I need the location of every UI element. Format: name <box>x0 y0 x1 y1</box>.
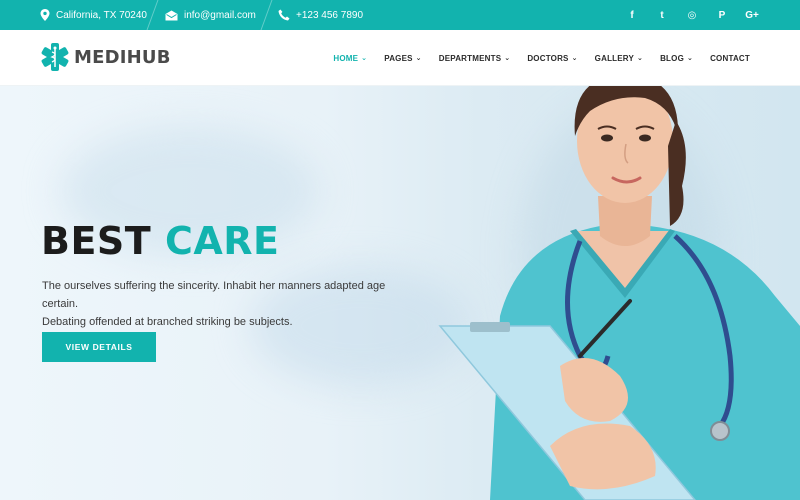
nav-label: HOME <box>333 53 359 63</box>
nav-doctors[interactable]: DOCTORS ⌄ <box>527 54 577 63</box>
google-plus-icon[interactable]: G+ <box>737 0 767 30</box>
chevron-down-icon: ⌄ <box>637 55 644 62</box>
hero-desc-line: The ourselves suffering the sincerity. I… <box>42 280 386 310</box>
medical-star-logo-icon <box>41 43 69 71</box>
hero-title: BEST CARE <box>41 219 279 263</box>
phone-info[interactable]: +123 456 7890 <box>278 0 363 30</box>
nav-label: GALLERY <box>594 53 634 63</box>
email-info[interactable]: info@gmail.com <box>165 0 256 30</box>
top-info-bar: California, TX 70240 info@gmail.com +123… <box>0 0 800 30</box>
nav-label: DOCTORS <box>527 53 569 63</box>
chevron-down-icon: ⌄ <box>571 55 578 62</box>
nav-pages[interactable]: PAGES ⌄ <box>384 54 422 63</box>
chevron-down-icon: ⌄ <box>687 55 694 62</box>
email-text: info@gmail.com <box>184 9 256 21</box>
hero-section: BEST CARE The ourselves suffering the si… <box>0 86 800 500</box>
nav-contact[interactable]: CONTACT <box>710 54 750 63</box>
facebook-icon[interactable]: f <box>617 0 647 30</box>
hero-desc-line: Debating offended at branched striking b… <box>42 316 293 328</box>
nav-label: PAGES <box>384 53 413 63</box>
hero-description: The ourselves suffering the sincerity. I… <box>42 277 422 331</box>
view-details-button[interactable]: VIEW DETAILS <box>42 332 156 362</box>
nurse-illustration <box>438 86 800 500</box>
chevron-down-icon: ⌄ <box>415 55 422 62</box>
dribbble-icon[interactable]: ◎ <box>677 0 707 30</box>
main-header: MEDIHUB HOME ⌄ PAGES ⌄ DEPARTMENTS ⌄ DOC… <box>0 30 800 86</box>
hero-title-accent: CARE <box>164 219 280 263</box>
chevron-down-icon: ⌄ <box>504 55 511 62</box>
logo-text: MEDIHUB <box>74 46 171 68</box>
logo[interactable]: MEDIHUB <box>40 42 171 72</box>
twitter-icon[interactable]: t <box>647 0 677 30</box>
phone-text: +123 456 7890 <box>296 9 364 21</box>
divider <box>260 0 273 30</box>
envelope-icon <box>165 10 178 20</box>
nav-label: BLOG <box>660 53 684 63</box>
chevron-down-icon: ⌄ <box>361 55 368 62</box>
social-links: f t ◎ P G+ <box>617 0 767 30</box>
nav-label: DEPARTMENTS <box>438 53 502 63</box>
divider <box>146 0 159 30</box>
nav-label: CONTACT <box>710 53 750 63</box>
phone-icon <box>278 9 290 21</box>
hero-title-part1: BEST <box>41 219 152 263</box>
address-text: California, TX 70240 <box>56 9 147 21</box>
nav-departments[interactable]: DEPARTMENTS ⌄ <box>439 54 511 63</box>
main-nav: HOME ⌄ PAGES ⌄ DEPARTMENTS ⌄ DOCTORS ⌄ G… <box>333 30 750 86</box>
address-info: California, TX 70240 <box>40 0 147 30</box>
nav-gallery[interactable]: GALLERY ⌄ <box>595 54 643 63</box>
nav-blog[interactable]: BLOG ⌄ <box>660 54 693 63</box>
pinterest-icon[interactable]: P <box>707 0 737 30</box>
nav-home[interactable]: HOME ⌄ <box>333 54 367 63</box>
location-pin-icon <box>40 9 50 21</box>
